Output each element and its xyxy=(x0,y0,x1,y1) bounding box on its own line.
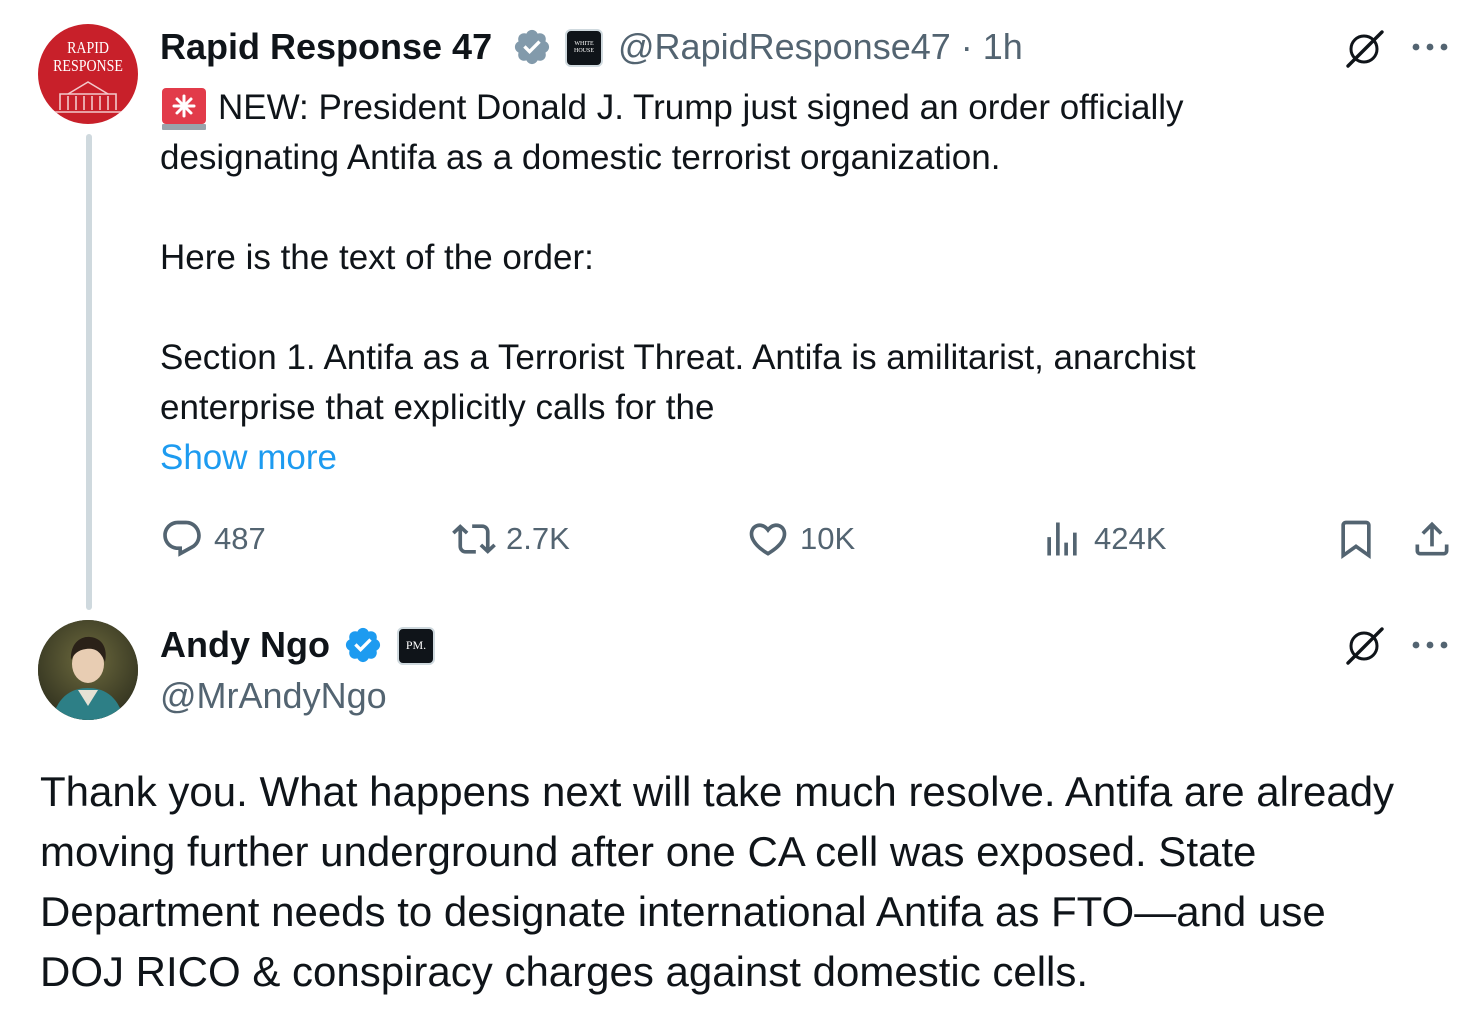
white-house-affiliate-badge[interactable]: WHITE HOUSE xyxy=(565,29,603,67)
thread-connector-line xyxy=(86,134,92,610)
reply-count: 487 xyxy=(214,521,266,556)
reply-icon xyxy=(163,520,201,557)
view-count: 424K xyxy=(1094,521,1167,556)
tweet-text-line: Section 1. Antifa as a Terrorist Threat.… xyxy=(160,338,1196,377)
like-button[interactable]: 10K xyxy=(746,517,855,561)
white-house-icon xyxy=(54,81,122,113)
repost-count: 2.7K xyxy=(506,521,570,556)
views-button[interactable]: 424K xyxy=(1040,517,1166,561)
author-name[interactable]: Rapid Response 47 xyxy=(160,25,492,69)
verified-badge-icon xyxy=(514,29,550,65)
verified-badge-icon xyxy=(345,627,381,663)
views-icon xyxy=(1047,522,1077,556)
handle-text: @RapidResponse47 xyxy=(618,26,951,67)
tweet-text-line: NEW: President Donald J. Trump just sign… xyxy=(218,88,1184,127)
affiliate-badge-label: PM. xyxy=(405,638,427,652)
tweet-text-line: designating Antifa as a domestic terrori… xyxy=(160,138,1001,177)
bookmark-icon[interactable] xyxy=(1334,517,1378,561)
reply-button[interactable]: 487 xyxy=(160,517,266,561)
tweet-text-line: moving further underground after one CA … xyxy=(40,828,1257,875)
tweet-text-line: Thank you. What happens next will take m… xyxy=(40,768,1395,815)
grok-icon[interactable] xyxy=(1342,28,1388,70)
show-more-link[interactable]: Show more xyxy=(160,433,337,483)
like-icon xyxy=(749,523,787,556)
tweet-text-line: Department needs to designate internatio… xyxy=(40,888,1326,935)
andy-ngo-avatar[interactable] xyxy=(38,620,138,720)
tweet-text-line: Here is the text of the order: xyxy=(160,238,594,277)
share-icon[interactable] xyxy=(1410,517,1454,561)
repost-button[interactable]: 2.7K xyxy=(452,517,570,561)
like-count: 10K xyxy=(800,521,856,556)
portrait-image xyxy=(38,620,138,720)
timestamp[interactable]: · 1h xyxy=(961,26,1023,67)
tweet-text-line: enterprise that explicitly calls for the xyxy=(160,388,715,427)
grok-icon[interactable] xyxy=(1342,625,1388,667)
tweet-text-line: DOJ RICO & conspiracy charges against do… xyxy=(40,948,1089,995)
rapid-response-avatar[interactable]: RAPID RESPONSE xyxy=(38,24,138,124)
author-handle[interactable]: @RapidResponse47 · 1h xyxy=(618,25,1023,69)
more-icon[interactable] xyxy=(1410,638,1450,652)
author-handle[interactable]: @MrAndyNgo xyxy=(160,674,387,718)
author-name[interactable]: Andy Ngo xyxy=(160,623,330,667)
pm-affiliate-badge[interactable]: PM. xyxy=(397,627,435,665)
affiliate-badge-label: WHITE HOUSE xyxy=(573,41,594,54)
more-icon[interactable] xyxy=(1410,40,1450,54)
siren-emoji xyxy=(162,88,206,130)
repost-icon xyxy=(452,524,496,554)
